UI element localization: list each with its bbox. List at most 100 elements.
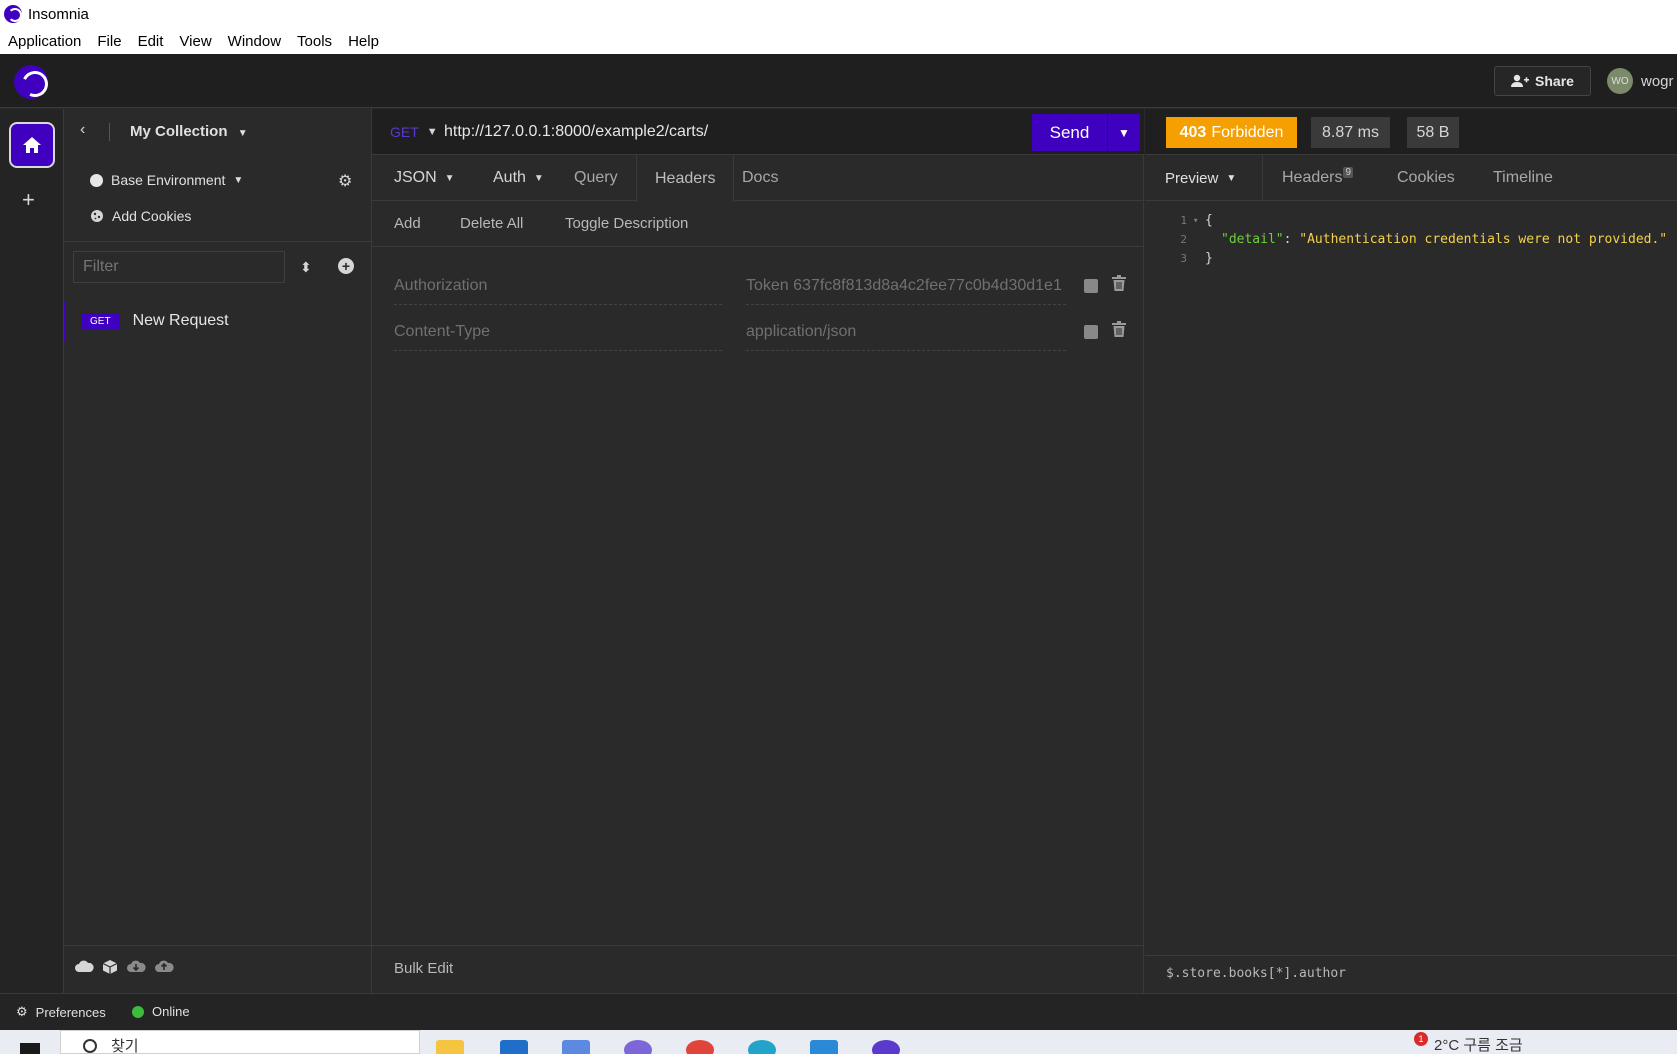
add-cookies-button[interactable]: Add Cookies — [90, 208, 191, 224]
line-number: 3 — [1180, 252, 1187, 265]
add-cookies-label: Add Cookies — [112, 208, 192, 224]
tab-timeline[interactable]: Timeline — [1493, 155, 1553, 201]
tab-auth[interactable]: Auth ▼ — [493, 155, 544, 201]
avatar[interactable]: WO — [1607, 68, 1633, 94]
share-button[interactable]: Share — [1494, 66, 1591, 96]
tab-query[interactable]: Query — [574, 155, 618, 201]
gear-icon[interactable]: ⚙ — [338, 171, 352, 191]
notification-badge: 1 — [1414, 1032, 1428, 1046]
sort-icon[interactable]: ⬍ — [300, 259, 312, 276]
menu-application[interactable]: Application — [8, 33, 81, 50]
cloud-icon[interactable] — [74, 959, 94, 973]
file-explorer-icon[interactable] — [436, 1040, 464, 1054]
online-label: Online — [152, 1004, 190, 1019]
chevron-down-icon: ▼ — [1226, 172, 1237, 184]
store-icon[interactable] — [500, 1040, 528, 1054]
taskbar-search[interactable]: 찾기 — [60, 1030, 420, 1054]
fold-icon[interactable]: ▾ — [1193, 216, 1205, 226]
weather-tray[interactable]: 2°C 구름 조금 — [1434, 1034, 1523, 1054]
environment-dropdown[interactable]: Base Environment ▼ — [90, 172, 243, 188]
edge-icon[interactable] — [748, 1040, 776, 1054]
toggle-description-button[interactable]: Toggle Description — [565, 215, 688, 232]
header-value-input[interactable]: Token 637fc8f813d8a4c2fee77c0b4d30d1e1 — [746, 267, 1066, 305]
window-titlebar: Insomnia — [0, 0, 1677, 28]
tab-headers[interactable]: Headers — [636, 155, 735, 202]
tab-docs[interactable]: Docs — [742, 155, 778, 201]
username[interactable]: wogr — [1641, 73, 1674, 90]
gear-icon: ⚙ — [16, 1004, 28, 1019]
divider — [109, 123, 110, 141]
method-badge: GET — [82, 312, 119, 330]
divider — [64, 241, 372, 242]
menu-view[interactable]: View — [179, 33, 211, 50]
trash-icon[interactable] — [1112, 275, 1126, 291]
back-chevron-icon[interactable]: ‹ — [80, 121, 85, 139]
code-line: 3 } — [1145, 249, 1677, 268]
online-status[interactable]: Online — [132, 1004, 190, 1019]
app-header: Share — [0, 54, 1677, 108]
trash-icon[interactable] — [1112, 321, 1126, 337]
header-name-input[interactable]: Authorization — [394, 267, 722, 305]
chevron-down-icon: ▼ — [444, 172, 455, 184]
status-bar: ⚙ Preferences Online — [0, 993, 1677, 1030]
preferences-label: Preferences — [35, 1004, 106, 1020]
left-rail: + — [0, 109, 64, 993]
home-button[interactable] — [9, 122, 55, 168]
code-text: } — [1205, 251, 1213, 266]
header-value-input[interactable]: application/json — [746, 313, 1066, 351]
menu-window[interactable]: Window — [228, 33, 281, 50]
preferences-button[interactable]: ⚙ Preferences — [16, 1004, 106, 1020]
add-workspace-icon[interactable]: + — [22, 187, 35, 213]
collection-dropdown[interactable]: My Collection ▼ — [130, 123, 248, 140]
tab-response-headers[interactable]: Headers 9 — [1282, 155, 1354, 201]
tab-label: Auth — [493, 169, 526, 186]
menu-help[interactable]: Help — [348, 33, 379, 50]
windows-start-icon[interactable] — [20, 1043, 40, 1054]
search-icon — [83, 1039, 97, 1053]
menu-edit[interactable]: Edit — [138, 33, 164, 50]
insomnia-logo-icon[interactable] — [14, 65, 48, 99]
tab-cookies[interactable]: Cookies — [1397, 155, 1455, 201]
chrome-icon[interactable] — [686, 1040, 714, 1054]
insomnia-taskbar-icon[interactable] — [872, 1040, 900, 1054]
tab-body[interactable]: JSON ▼ — [394, 155, 455, 201]
response-filter-input[interactable]: $.store.books[*].author — [1166, 966, 1346, 981]
vscode-icon[interactable] — [810, 1040, 838, 1054]
settings-app-icon[interactable] — [562, 1040, 590, 1054]
add-request-icon[interactable]: + — [338, 258, 354, 274]
delete-all-button[interactable]: Delete All — [460, 215, 523, 232]
response-body[interactable]: 1 ▾ { 2 "detail" : "Authentication crede… — [1145, 211, 1677, 268]
list-item[interactable]: GET New Request — [64, 301, 372, 341]
url-input[interactable]: http://127.0.0.1:8000/example2/carts/ — [444, 123, 708, 141]
app-icon[interactable] — [624, 1040, 652, 1054]
box-icon[interactable] — [102, 959, 118, 975]
chevron-down-icon: ▼ — [237, 128, 248, 139]
enable-checkbox[interactable] — [1084, 279, 1098, 293]
menu-file[interactable]: File — [97, 33, 121, 50]
filter-input[interactable] — [73, 251, 285, 283]
request-pane: GET ▼ http://127.0.0.1:8000/example2/car… — [372, 109, 1144, 993]
chevron-down-icon: ▼ — [426, 126, 438, 138]
environment-color-icon — [90, 173, 103, 187]
collection-name: My Collection — [130, 123, 228, 140]
insomnia-logo-icon — [4, 5, 22, 23]
bulk-edit-button[interactable]: Bulk Edit — [394, 960, 453, 977]
tab-preview[interactable]: Preview ▼ — [1145, 155, 1263, 201]
header-name-input[interactable]: Content-Type — [394, 313, 722, 351]
taskbar-search-label: 찾기 — [111, 1038, 139, 1054]
chevron-down-icon: ▼ — [233, 174, 244, 186]
enable-checkbox[interactable] — [1084, 325, 1098, 339]
cloud-upload-icon[interactable] — [154, 959, 174, 973]
request-name: New Request — [132, 312, 229, 329]
method-dropdown[interactable]: GET ▼ — [390, 124, 438, 140]
menu-tools[interactable]: Tools — [297, 33, 332, 50]
sidebar: ‹ My Collection ▼ Base Environment ▼ ⚙ A… — [64, 109, 372, 993]
code-line: 1 ▾ { — [1145, 211, 1677, 230]
add-header-button[interactable]: Add — [394, 215, 421, 232]
cookie-icon — [91, 210, 103, 222]
cloud-download-icon[interactable] — [126, 959, 146, 973]
headers-count-badge: 9 — [1343, 166, 1354, 178]
send-button[interactable]: Send — [1032, 114, 1107, 151]
sync-toolbar — [74, 959, 174, 975]
send-options-button[interactable]: ▼ — [1108, 114, 1140, 151]
